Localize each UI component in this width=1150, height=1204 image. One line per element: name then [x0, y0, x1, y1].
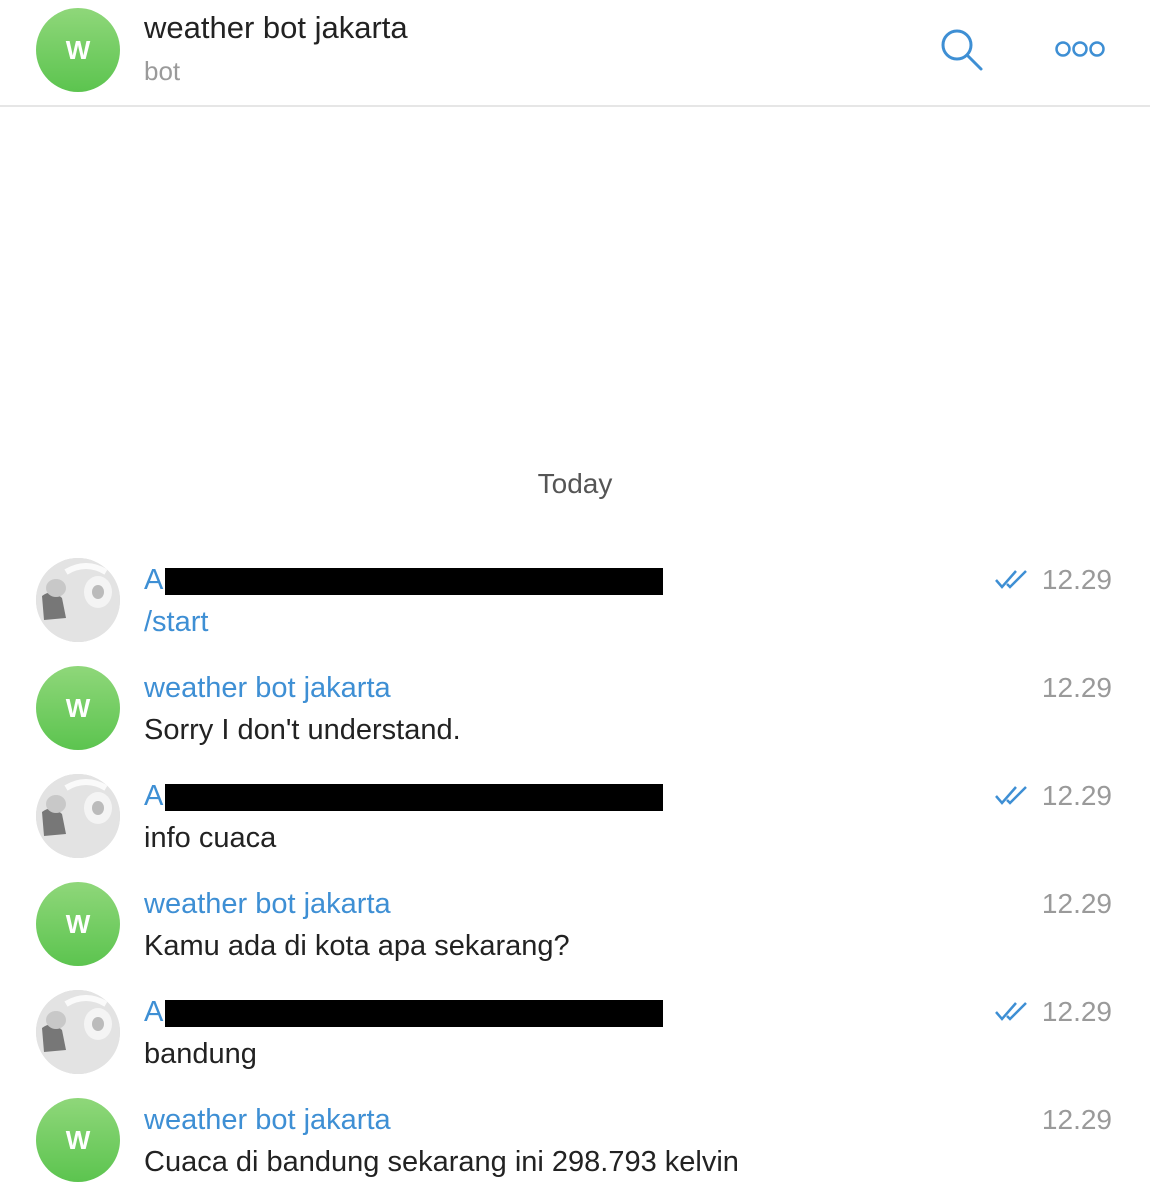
sender-name[interactable]: weather bot jakarta — [144, 672, 391, 705]
message-time: 12.29 — [1041, 888, 1112, 919]
user-photo-icon — [36, 558, 120, 642]
sender-name[interactable]: weather bot jakarta — [144, 1104, 391, 1137]
message-time: 12.29 — [1041, 780, 1112, 811]
double-check-icon — [995, 570, 1027, 589]
user-photo-icon — [36, 990, 120, 1074]
message-time: 12.29 — [1041, 564, 1112, 595]
redaction-bar — [165, 999, 664, 1027]
redaction-bar — [165, 783, 664, 811]
message-time: 12.29 — [1041, 1104, 1112, 1135]
message-time: 12.29 — [1041, 996, 1112, 1027]
sender-name[interactable]: A — [144, 780, 664, 813]
message-row: W weather bot jakarta Sorry I don't unde… — [0, 666, 1150, 772]
message-text[interactable]: info cuaca — [144, 822, 276, 855]
message-row: W weather bot jakarta Cuaca di bandung s… — [0, 1098, 1150, 1204]
double-check-icon — [995, 786, 1027, 805]
user-avatar[interactable] — [36, 558, 120, 642]
message-row: W weather bot jakarta Kamu ada di kota a… — [0, 882, 1150, 988]
message-row: A bandung 12.29 — [0, 990, 1150, 1096]
sender-name[interactable]: A — [144, 996, 664, 1029]
redaction-bar — [165, 567, 664, 595]
message-row: A info cuaca 12.29 — [0, 774, 1150, 880]
user-avatar[interactable] — [36, 774, 120, 858]
user-photo-icon — [36, 774, 120, 858]
search-icon[interactable] — [938, 26, 984, 72]
message-text[interactable]: Cuaca di bandung sekarang ini 298.793 ke… — [144, 1146, 739, 1179]
more-icon[interactable] — [1054, 38, 1106, 60]
bot-avatar[interactable]: W — [36, 666, 120, 750]
message-text[interactable]: /start — [144, 606, 208, 639]
bot-avatar[interactable]: W — [36, 1098, 120, 1182]
message-time: 12.29 — [1041, 672, 1112, 703]
chat-header: W weather bot jakarta bot — [0, 0, 1150, 107]
message-text[interactable]: bandung — [144, 1038, 257, 1071]
sender-name[interactable]: weather bot jakarta — [144, 888, 391, 921]
bot-avatar[interactable]: W — [36, 882, 120, 966]
chat-title[interactable]: weather bot jakarta — [144, 10, 408, 46]
chat-subtitle: bot — [144, 56, 181, 86]
sender-name[interactable]: A — [144, 564, 664, 597]
message-text[interactable]: Sorry I don't understand. — [144, 714, 461, 747]
date-separator: Today — [537, 468, 613, 499]
double-check-icon — [995, 1002, 1027, 1021]
bot-avatar[interactable]: W — [36, 8, 120, 92]
message-text[interactable]: Kamu ada di kota apa sekarang? — [144, 930, 570, 963]
message-row: A /start 12.29 — [0, 558, 1150, 664]
user-avatar[interactable] — [36, 990, 120, 1074]
